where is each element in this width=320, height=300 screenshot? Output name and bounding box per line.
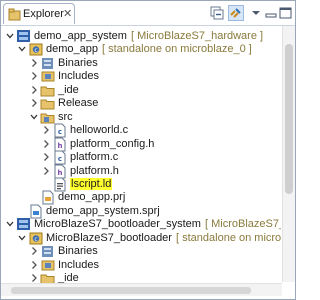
chevron-right-icon[interactable]: [29, 246, 39, 256]
tree-item-decoration: [ MicroBlazeS7_hardware ]: [131, 30, 264, 42]
chevron-right-icon[interactable]: [29, 85, 39, 95]
chevron-down-icon[interactable]: [5, 31, 15, 41]
tree-item-label: Includes: [58, 70, 99, 83]
tree-item-decoration: [ standalone on microblaze_0 ]: [102, 43, 252, 56]
explorer-view: Explorer ✕ demo_app_system [ MicroBlazeS7…: [0, 0, 296, 300]
tree-item-label: demo_app_system.sprj: [46, 204, 160, 217]
chevron-right-icon[interactable]: [41, 139, 51, 149]
tree-item-label: demo_app: [46, 43, 98, 56]
horizontal-scrollbar[interactable]: [1, 283, 282, 296]
close-icon[interactable]: ✕: [63, 7, 72, 20]
chevron-right-icon[interactable]: [41, 166, 51, 176]
chevron-right-icon[interactable]: [29, 58, 39, 68]
link-with-editor-icon[interactable]: [228, 5, 244, 21]
tree-item-label: platform.c: [70, 151, 119, 164]
maximize-icon[interactable]: [278, 5, 294, 21]
tree-item-label: demo_app.prj: [58, 191, 126, 204]
tree-item-label: Release: [58, 97, 99, 110]
tree-item-label: lscript.ld: [70, 177, 113, 190]
tree-item-label: Binaries: [58, 245, 98, 258]
vertical-scrollbar[interactable]: [282, 26, 295, 282]
horizontal-scroll-thumb[interactable]: [11, 287, 251, 294]
tree-item-label: _ide: [58, 83, 79, 96]
tree-item-label: demo_app_system: [34, 30, 127, 42]
chevron-right-icon[interactable]: [41, 152, 51, 162]
tab-explorer[interactable]: Explorer ✕: [3, 3, 75, 24]
chevron-right-icon[interactable]: [29, 71, 39, 81]
chevron-right-icon[interactable]: [29, 260, 39, 270]
chevron-down-icon[interactable]: [17, 233, 27, 243]
tree-item-decoration: [ MicroBlazeS7_hardware ]: [205, 218, 281, 231]
minimize-icon[interactable]: [263, 5, 279, 21]
tree-item-label: Binaries: [58, 56, 98, 69]
view-header: Explorer ✕: [1, 1, 295, 26]
tree-item-decoration: [ standalone on microblaze_0 ]: [176, 231, 281, 244]
chevron-right-icon[interactable]: [41, 125, 51, 135]
svg-text:c: c: [34, 236, 37, 243]
tree-item-label: MicroBlazeS7_bootloader: [46, 231, 172, 244]
explorer-icon: [8, 8, 21, 21]
vertical-scroll-thumb[interactable]: [285, 44, 293, 194]
collapse-all-icon[interactable]: [209, 5, 225, 21]
tree-item-label: src: [58, 110, 73, 123]
tree-item-label: MicroBlazeS7_bootloader_system: [34, 218, 201, 231]
tab-label: Explorer: [23, 8, 64, 20]
chevron-right-icon[interactable]: [29, 98, 39, 108]
svg-text:c: c: [34, 47, 37, 54]
view-menu-icon[interactable]: [248, 5, 264, 21]
tree-item-label: Includes: [58, 258, 99, 271]
tree-item-label: platform.h: [70, 164, 119, 177]
chevron-down-icon[interactable]: [5, 219, 15, 229]
chevron-down-icon[interactable]: [29, 112, 39, 122]
chevron-right-icon[interactable]: [29, 273, 39, 283]
tree-item-label: helloworld.c: [70, 124, 129, 137]
chevron-down-icon[interactable]: [17, 44, 27, 54]
project-tree: demo_app_system [ MicroBlazeS7_hardware ]…: [1, 26, 281, 297]
tree-item-label: platform_config.h: [70, 137, 155, 150]
